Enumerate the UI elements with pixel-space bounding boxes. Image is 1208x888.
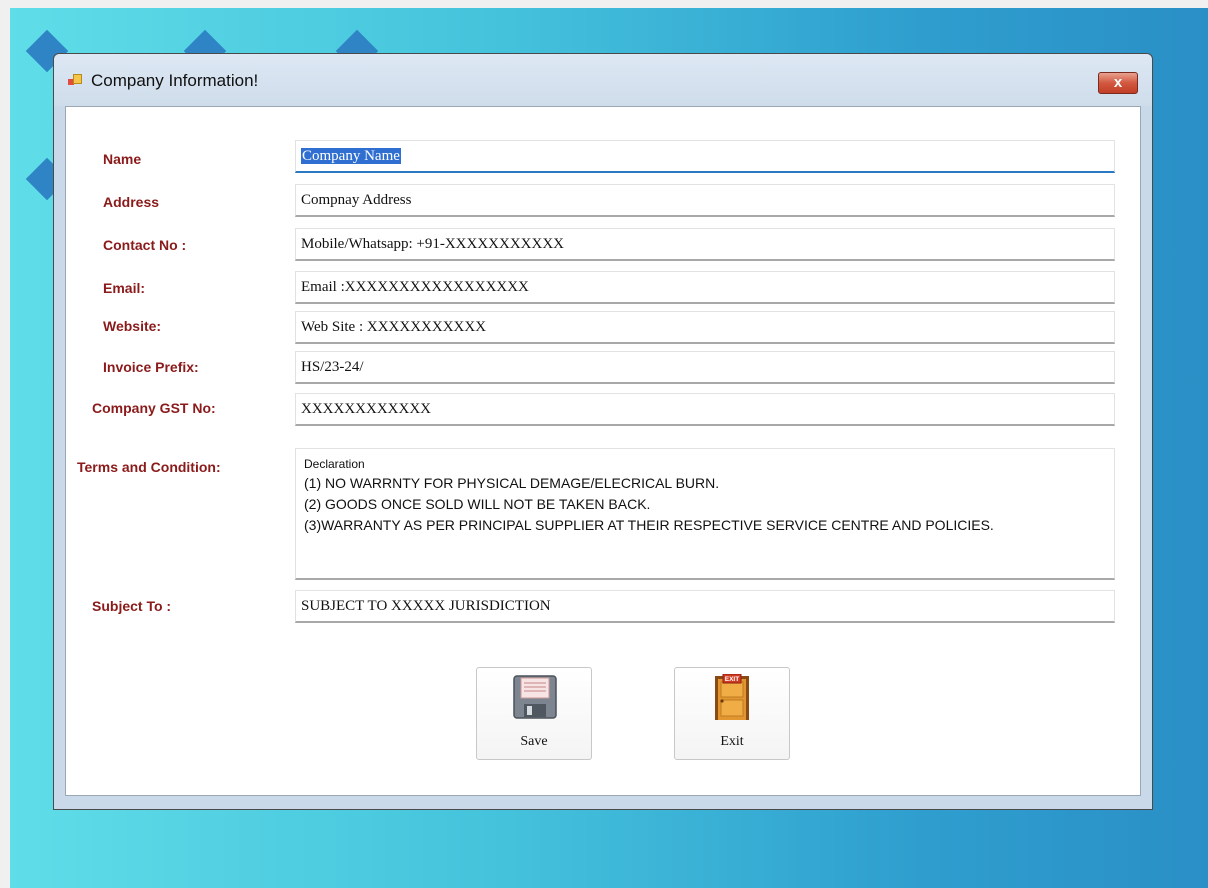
close-button[interactable]: x	[1098, 72, 1138, 94]
terms-line: (3)WARRANTY AS PER PRINCIPAL SUPPLIER AT…	[304, 517, 994, 533]
company-information-window: Company Information! x Name Company Name…	[53, 53, 1153, 810]
save-button[interactable]: Save	[476, 667, 592, 760]
title-bar[interactable]: Company Information! x	[54, 54, 1152, 106]
terms-textarea[interactable]: Declaration (1) NO WARRNTY FOR PHYSICAL …	[295, 448, 1115, 580]
website-input[interactable]: Web Site : XXXXXXXXXXX	[295, 311, 1115, 344]
app-icon	[68, 74, 82, 88]
invoice-prefix-input[interactable]: HS/23-24/	[295, 351, 1115, 384]
gst-input[interactable]: XXXXXXXXXXXX	[295, 393, 1115, 426]
contact-label: Contact No :	[103, 237, 187, 253]
email-label: Email:	[103, 280, 146, 296]
terms-line: Declaration	[304, 457, 365, 471]
name-input[interactable]: Company Name	[295, 140, 1115, 173]
gst-label: Company GST No:	[92, 400, 216, 416]
contact-input[interactable]: Mobile/Whatsapp: +91-XXXXXXXXXXX	[295, 228, 1115, 261]
exit-sign-text: EXIT	[725, 676, 739, 683]
terms-line: (2) GOODS ONCE SOLD WILL NOT BE TAKEN BA…	[304, 496, 651, 512]
floppy-disk-icon	[513, 675, 557, 719]
address-input[interactable]: Compnay Address	[295, 184, 1115, 217]
email-input[interactable]: Email :XXXXXXXXXXXXXXXXX	[295, 271, 1115, 304]
terms-line: (1) NO WARRNTY FOR PHYSICAL DEMAGE/ELECR…	[304, 475, 720, 491]
website-label: Website:	[103, 318, 162, 334]
subject-to-label: Subject To :	[92, 598, 172, 614]
subject-to-input[interactable]: SUBJECT TO XXXXX JURISDICTION	[295, 590, 1115, 623]
terms-label: Terms and Condition:	[77, 459, 221, 475]
window-title: Company Information!	[91, 71, 259, 90]
exit-button[interactable]: EXIT Exit	[674, 667, 790, 760]
invoice-prefix-label: Invoice Prefix:	[103, 359, 199, 375]
name-value: Company Name	[301, 148, 401, 164]
form-panel: Name Company Name Address Compnay Addres…	[65, 106, 1141, 796]
exit-label: Exit	[720, 734, 744, 749]
name-label: Name	[103, 151, 142, 167]
address-label: Address	[103, 194, 160, 210]
exit-door-icon: EXIT	[715, 674, 749, 720]
save-label: Save	[520, 734, 548, 749]
